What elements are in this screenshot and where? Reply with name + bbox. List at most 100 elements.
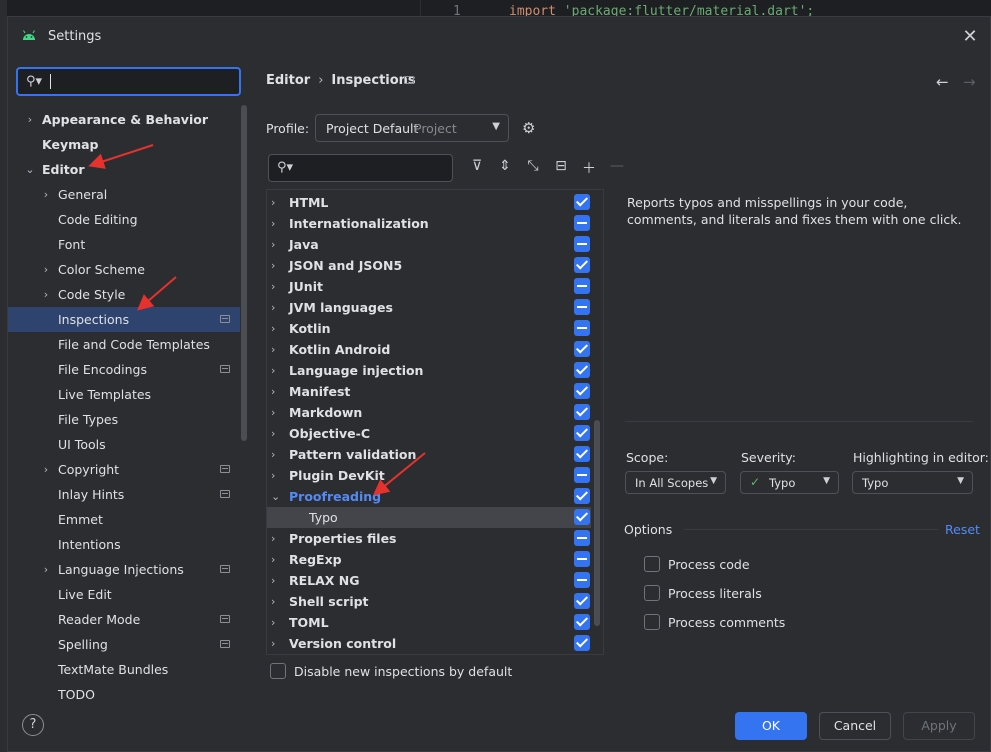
sidebar-item[interactable]: Intentions <box>8 532 240 557</box>
chevron-right-icon[interactable]: › <box>271 360 275 381</box>
sidebar-item[interactable]: TextMate Bundles <box>8 657 240 682</box>
chevron-right-icon[interactable]: › <box>271 402 275 423</box>
filter-icon[interactable]: ⊽ <box>468 158 486 178</box>
partial-checkbox[interactable] <box>574 215 590 231</box>
sidebar-item[interactable]: › Language Injections <box>8 557 240 582</box>
chevron-right-icon[interactable]: › <box>24 107 36 132</box>
highlighting-dropdown[interactable]: Typo ▼ <box>852 471 973 494</box>
help-icon[interactable]: ? <box>22 714 44 736</box>
reset-link[interactable]: Reset <box>945 522 980 537</box>
partial-checkbox[interactable] <box>574 551 590 567</box>
apply-button[interactable]: Apply <box>903 712 975 740</box>
reset-to-empty-icon[interactable]: ⊟ <box>552 158 570 178</box>
sidebar-item[interactable]: › Code Style <box>8 282 240 307</box>
inspection-row[interactable]: › Kotlin Android <box>267 339 591 360</box>
partial-checkbox[interactable] <box>574 320 590 336</box>
profile-dropdown[interactable]: Project Default Project ▼ <box>315 114 509 142</box>
chevron-right-icon[interactable]: › <box>271 528 275 549</box>
breadcrumb-editor[interactable]: Editor <box>266 73 310 88</box>
partial-checkbox[interactable] <box>574 278 590 294</box>
sidebar-item[interactable]: File Types <box>8 407 240 432</box>
gear-icon[interactable]: ⚙ <box>522 119 535 137</box>
partial-checkbox[interactable] <box>574 467 590 483</box>
sidebar-item[interactable]: Reader Mode <box>8 607 240 632</box>
add-icon[interactable]: ＋ <box>580 158 598 178</box>
checked-checkbox[interactable] <box>574 257 590 273</box>
checked-checkbox[interactable] <box>574 509 590 525</box>
chevron-right-icon[interactable]: › <box>271 612 275 633</box>
partial-checkbox[interactable] <box>574 236 590 252</box>
sidebar-item[interactable]: Code Editing <box>8 207 240 232</box>
process-comments-checkbox[interactable] <box>644 614 660 630</box>
expand-all-icon[interactable]: ⇕ <box>496 158 514 178</box>
chevron-down-icon[interactable]: ⌄ <box>24 157 36 182</box>
close-icon[interactable]: ✕ <box>960 27 980 47</box>
sidebar-scrollbar[interactable] <box>241 105 247 441</box>
chevron-right-icon[interactable]: › <box>271 381 275 402</box>
sidebar-item[interactable]: Inspections <box>8 307 240 332</box>
inspection-row[interactable]: › TOML <box>267 612 591 633</box>
inspection-row[interactable]: › Kotlin <box>267 318 591 339</box>
remove-icon[interactable]: — <box>608 158 626 178</box>
inspection-row[interactable]: › Internationalization <box>267 213 591 234</box>
checked-checkbox[interactable] <box>574 488 590 504</box>
inspection-row[interactable]: ⌄ Proofreading <box>267 486 591 507</box>
forward-arrow-icon[interactable]: → <box>963 73 976 91</box>
inspection-row[interactable]: › HTML <box>267 192 591 213</box>
sidebar-item[interactable]: Spelling <box>8 632 240 657</box>
inspection-row[interactable]: › RELAX NG <box>267 570 591 591</box>
severity-dropdown[interactable]: ✓ Typo ▼ <box>740 471 839 494</box>
inspection-row[interactable]: › Objective-C <box>267 423 591 444</box>
chevron-right-icon[interactable]: › <box>271 255 275 276</box>
inspection-row[interactable]: › JSON and JSON5 <box>267 255 591 276</box>
sidebar-item[interactable]: › General <box>8 182 240 207</box>
chevron-right-icon[interactable]: › <box>271 444 275 465</box>
inspection-row[interactable]: › Properties files <box>267 528 591 549</box>
chevron-right-icon[interactable]: › <box>271 549 275 570</box>
sidebar-item[interactable]: TODO <box>8 682 240 707</box>
checked-checkbox[interactable] <box>574 341 590 357</box>
checked-checkbox[interactable] <box>574 383 590 399</box>
chevron-right-icon[interactable]: › <box>40 457 52 482</box>
chevron-right-icon[interactable]: › <box>271 633 275 654</box>
chevron-right-icon[interactable]: › <box>271 591 275 612</box>
inspection-row[interactable]: › JVM languages <box>267 297 591 318</box>
inspection-row[interactable]: › RegExp <box>267 549 591 570</box>
sidebar-item[interactable]: UI Tools <box>8 432 240 457</box>
inspection-row[interactable]: › Pattern validation <box>267 444 591 465</box>
chevron-right-icon[interactable]: › <box>271 213 275 234</box>
sidebar-item[interactable]: Inlay Hints <box>8 482 240 507</box>
inspection-row[interactable]: › Language injection <box>267 360 591 381</box>
checked-checkbox[interactable] <box>574 635 590 651</box>
inspection-row[interactable]: › Manifest <box>267 381 591 402</box>
chevron-right-icon[interactable]: › <box>40 282 52 307</box>
chevron-right-icon[interactable]: › <box>271 465 275 486</box>
checked-checkbox[interactable] <box>574 404 590 420</box>
chevron-right-icon[interactable]: › <box>271 297 275 318</box>
collapse-all-icon[interactable]: ⤡ <box>524 158 542 178</box>
partial-checkbox[interactable] <box>574 572 590 588</box>
chevron-right-icon[interactable]: › <box>40 257 52 282</box>
cancel-button[interactable]: Cancel <box>819 712 891 740</box>
chevron-right-icon[interactable]: › <box>271 318 275 339</box>
sidebar-item[interactable]: › Appearance & Behavior <box>8 107 240 132</box>
inspection-row[interactable]: › Plugin DevKit <box>267 465 591 486</box>
chevron-right-icon[interactable]: › <box>271 339 275 360</box>
inspections-search[interactable]: ⚲▾ <box>268 154 453 182</box>
checked-checkbox[interactable] <box>574 614 590 630</box>
inspection-row[interactable]: › Shell script <box>267 591 591 612</box>
inspection-row[interactable]: › Java <box>267 234 591 255</box>
inspection-row[interactable]: › JUnit <box>267 276 591 297</box>
ok-button[interactable]: OK <box>735 712 807 740</box>
chevron-right-icon[interactable]: › <box>40 182 52 207</box>
chevron-right-icon[interactable]: › <box>271 234 275 255</box>
sidebar-item[interactable]: Emmet <box>8 507 240 532</box>
sidebar-item[interactable]: › Color Scheme <box>8 257 240 282</box>
inspection-row[interactable]: Typo <box>267 507 591 528</box>
checked-checkbox[interactable] <box>574 593 590 609</box>
sidebar-item[interactable]: Live Edit <box>8 582 240 607</box>
process-code-checkbox[interactable] <box>644 556 660 572</box>
process-literals-checkbox[interactable] <box>644 585 660 601</box>
chevron-right-icon[interactable]: › <box>271 192 275 213</box>
sidebar-item[interactable]: ⌄ Editor <box>8 157 240 182</box>
